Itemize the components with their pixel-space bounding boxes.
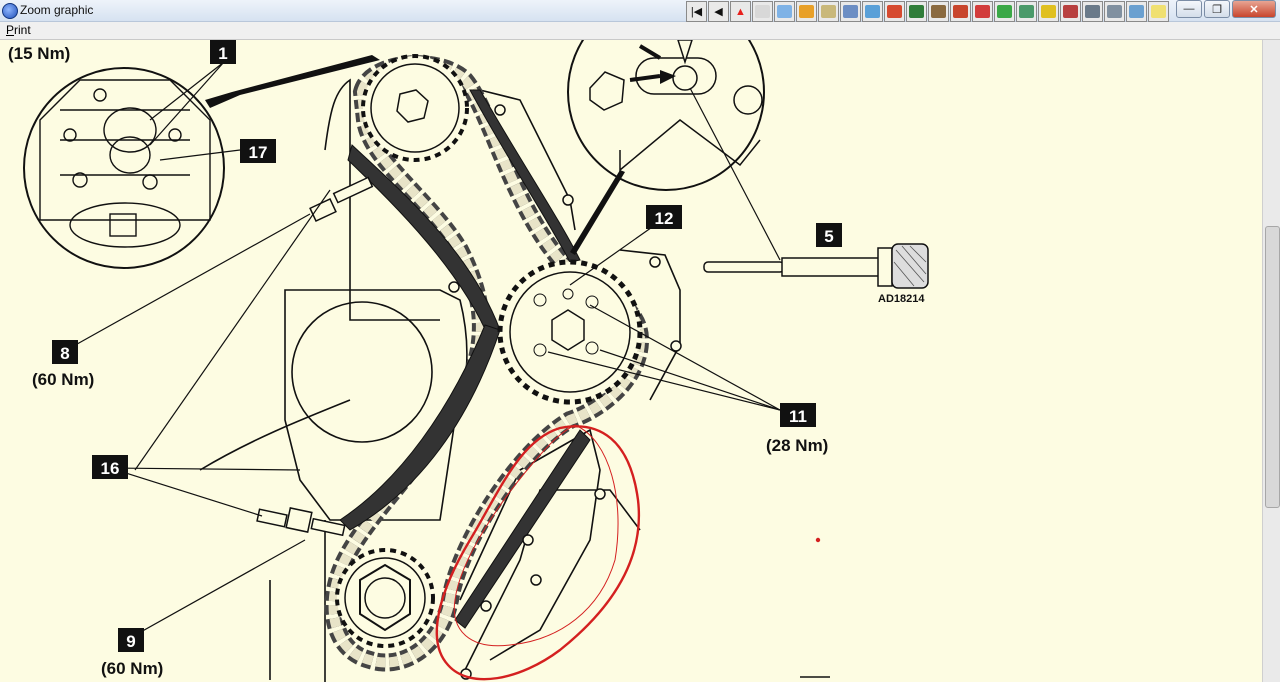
callout-12: 12 — [646, 205, 682, 229]
tool-3-icon — [821, 5, 836, 18]
tool-button-14[interactable] — [1060, 1, 1081, 22]
callout-9-label: 9 — [126, 632, 135, 651]
tool-5-icon — [865, 5, 880, 18]
tool-11-icon — [997, 5, 1012, 18]
zoom-graphic-canvas[interactable]: 1 17 12 5 8 11 16 9 (15 Nm) (60 Nm) (28 … — [0, 40, 1262, 682]
tool-18-icon — [1151, 5, 1166, 18]
tool-button-15[interactable] — [1082, 1, 1103, 22]
tool-15-icon — [1085, 5, 1100, 18]
chain-guide-right — [469, 89, 581, 263]
menu-print[interactable]: Print — [6, 23, 31, 37]
tool-8-icon — [931, 5, 946, 18]
menu-bar: Print — [0, 22, 1280, 40]
tool-button-17[interactable] — [1126, 1, 1147, 22]
tool-9-icon — [953, 5, 968, 18]
callout-5: 5 — [816, 223, 842, 247]
tool-12-icon — [1019, 5, 1034, 18]
tool-6-icon — [887, 5, 902, 18]
tool-button-16[interactable] — [1104, 1, 1125, 22]
document-icon — [755, 5, 770, 18]
tool-button-11[interactable] — [994, 1, 1015, 22]
engine-block-outline — [199, 78, 830, 682]
tool-4-icon — [843, 5, 858, 18]
inset-pointer-right — [570, 170, 625, 255]
torque-15nm: (15 Nm) — [8, 44, 70, 63]
callout-17: 17 — [240, 139, 276, 163]
tool-14-icon — [1063, 5, 1078, 18]
timing-chain-diagram: 1 17 12 5 8 11 16 9 (15 Nm) (60 Nm) (28 … — [8, 40, 929, 682]
chain-guide-left — [347, 144, 501, 341]
callout-1: 1 — [210, 40, 236, 64]
tool-button-6[interactable] — [884, 1, 905, 22]
tool-button-5[interactable] — [862, 1, 883, 22]
toolbar: |◀ ◀ ▲ — [686, 1, 1169, 23]
crankshaft-sprocket — [335, 548, 435, 648]
chain-guide-lower — [339, 324, 501, 531]
window-controls: — ❐ ✕ — [1176, 0, 1276, 18]
camshaft-detail-inset — [23, 67, 225, 269]
callout-16-label: 16 — [101, 459, 120, 478]
pump-sprocket — [497, 259, 643, 405]
tool-13-icon — [1041, 5, 1056, 18]
tool-button-9[interactable] — [950, 1, 971, 22]
vertical-scrollbar[interactable] — [1262, 40, 1280, 682]
tool-button-4[interactable] — [840, 1, 861, 22]
sensor-lower — [256, 507, 346, 537]
scroll-thumb[interactable] — [1265, 226, 1280, 508]
tool-2-icon — [799, 5, 814, 18]
red-dot — [815, 537, 821, 543]
part-code: AD18214 — [878, 293, 925, 305]
timing-pin-detail-inset — [567, 40, 765, 191]
torque-60nm-9: (60 Nm) — [101, 659, 163, 678]
tool-button-13[interactable] — [1038, 1, 1059, 22]
tool-button-12[interactable] — [1016, 1, 1037, 22]
callout-11: 11 — [780, 403, 816, 427]
camshaft-sprocket — [361, 54, 469, 162]
callout-16: 16 — [92, 455, 128, 479]
tool-16-icon — [1107, 5, 1122, 18]
tool-button-1[interactable] — [774, 1, 795, 22]
close-button[interactable]: ✕ — [1232, 0, 1276, 18]
tool-1-icon — [777, 5, 792, 18]
document-button[interactable] — [752, 1, 773, 22]
tool-10-icon — [975, 5, 990, 18]
tool-button-3[interactable] — [818, 1, 839, 22]
tool-button-18[interactable] — [1148, 1, 1169, 22]
sensor-upper — [309, 176, 374, 222]
callout-17-label: 17 — [249, 143, 268, 162]
callout-5-label: 5 — [824, 227, 833, 246]
restore-button[interactable]: ❐ — [1204, 0, 1230, 18]
prev-button[interactable]: ◀ — [708, 1, 729, 22]
tool-17-icon — [1129, 5, 1144, 18]
tool-7-icon — [909, 5, 924, 18]
first-page-button[interactable]: |◀ — [686, 1, 707, 22]
minimize-button[interactable]: — — [1176, 0, 1202, 18]
timing-pin-tool — [703, 243, 929, 289]
torque-60nm-8: (60 Nm) — [32, 370, 94, 389]
title-bar: Zoom graphic |◀ ◀ ▲ — ❐ ✕ — [0, 0, 1280, 22]
torque-28nm: (28 Nm) — [766, 436, 828, 455]
tool-button-7[interactable] — [906, 1, 927, 22]
callout-1-label: 1 — [218, 44, 227, 63]
callout-11-label: 11 — [789, 407, 807, 426]
callout-9: 9 — [118, 628, 144, 652]
app-icon — [2, 3, 18, 19]
tool-button-8[interactable] — [928, 1, 949, 22]
callout-12-label: 12 — [655, 209, 674, 228]
warning-button[interactable]: ▲ — [730, 1, 751, 22]
callout-8: 8 — [52, 340, 78, 364]
tool-button-2[interactable] — [796, 1, 817, 22]
tool-button-10[interactable] — [972, 1, 993, 22]
callout-8-label: 8 — [60, 344, 69, 363]
window-title: Zoom graphic — [20, 3, 94, 17]
